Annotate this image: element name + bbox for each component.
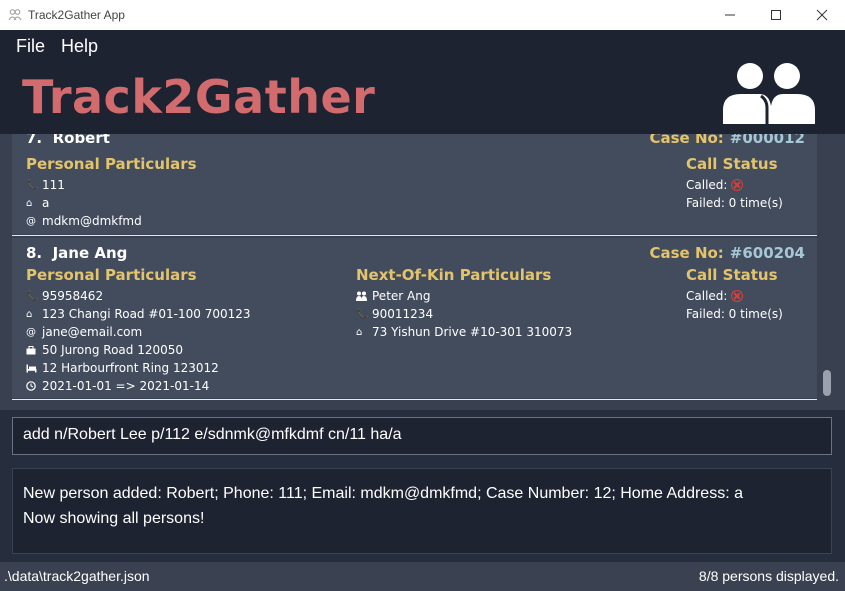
at-icon: @ [26, 326, 36, 338]
call-status-title: Call Status [686, 155, 778, 173]
failed-count: Failed: 0 time(s) [686, 307, 783, 321]
window-title-bar: Track2Gather App [0, 0, 845, 30]
home-icon: ⌂ [26, 197, 33, 209]
menu-file[interactable]: File [8, 36, 53, 57]
briefcase-icon [26, 344, 40, 356]
email-field: @ mdkm@dmkfmd [26, 214, 142, 228]
not-called-icon [731, 290, 744, 302]
card-divider [12, 399, 817, 400]
app-icon [8, 8, 22, 22]
work-address-field: 50 Jurong Road 120050 [26, 343, 183, 357]
data-file-path: .\data\track2gather.json [4, 568, 150, 584]
app-header: File Help Track2Gather [0, 30, 845, 134]
person-card[interactable]: 8. Jane Ang Case No: #600204 Personal Par… [12, 238, 817, 400]
next-of-kin-title: Next-Of-Kin Particulars [356, 266, 552, 284]
case-number: Case No: #000012 [649, 134, 805, 147]
bed-icon [26, 362, 40, 374]
email-field: @ jane@email.com [26, 325, 143, 339]
minimize-icon [725, 14, 735, 16]
person-name: 8. Jane Ang [26, 244, 128, 262]
not-called-icon [731, 179, 744, 191]
personal-particulars-title: Personal Particulars [26, 155, 197, 173]
at-icon: @ [26, 215, 36, 227]
home-icon: ⌂ [356, 326, 363, 338]
quarantine-address-field: 12 Harbourfront Ring 123012 [26, 361, 219, 375]
home-icon: ⌂ [26, 308, 33, 320]
person-name: 7. Robert [26, 134, 110, 147]
person-card[interactable]: 7. Robert Case No: #000012 Personal Parti… [12, 134, 817, 236]
result-area: New person added: Robert; Phone: 111; Em… [0, 466, 845, 562]
people-icon [721, 62, 817, 128]
window-title: Track2Gather App [28, 8, 125, 22]
minimize-button[interactable] [707, 0, 753, 30]
clock-icon [26, 380, 40, 392]
failed-count: Failed: 0 time(s) [686, 196, 783, 210]
phone-field: 📞 111 [26, 178, 65, 192]
status-bar: .\data\track2gather.json 8/8 persons dis… [0, 562, 845, 591]
persons-count: 8/8 persons displayed. [698, 568, 839, 584]
people-small-icon [356, 290, 370, 302]
nok-phone-field: 📞 90011234 [356, 307, 434, 321]
maximize-icon [771, 10, 781, 20]
command-input[interactable]: add n/Robert Lee p/112 e/sdnmk@mfkdmf cn… [12, 417, 832, 455]
card-divider [12, 235, 817, 236]
result-line: New person added: Robert; Phone: 111; Em… [23, 485, 743, 502]
person-list[interactable]: 7. Robert Case No: #000012 Personal Parti… [0, 134, 845, 410]
home-address-field: ⌂ 123 Changi Road #01-100 700123 [26, 307, 251, 321]
command-area: add n/Robert Lee p/112 e/sdnmk@mfkdmf cn… [0, 410, 845, 466]
phone-icon: 📞 [26, 290, 39, 302]
case-number: Case No: #600204 [649, 244, 805, 262]
called-status: Called: [686, 289, 744, 303]
called-status: Called: [686, 178, 744, 192]
call-status-title: Call Status [686, 266, 778, 284]
phone-field: 📞 95958462 [26, 289, 104, 303]
phone-icon: 📞 [26, 179, 39, 191]
result-display[interactable]: New person added: Robert; Phone: 111; Em… [12, 468, 832, 554]
personal-particulars-title: Personal Particulars [26, 266, 197, 284]
home-address-field: ⌂ a [26, 196, 50, 210]
nok-name-field: Peter Ang [356, 289, 430, 303]
menu-help[interactable]: Help [53, 36, 106, 57]
list-scrollbar[interactable] [823, 370, 831, 396]
nok-address-field: ⌂ 73 Yishun Drive #10-301 310073 [356, 325, 573, 339]
phone-icon: 📞 [356, 308, 369, 320]
result-line: Now showing all persons! [23, 510, 205, 527]
maximize-button[interactable] [753, 0, 799, 30]
shn-period-field: 2021-01-01 => 2021-01-14 [26, 379, 209, 393]
menu-bar: File Help [8, 36, 106, 57]
brand-title: Track2Gather [22, 70, 376, 124]
close-icon [816, 9, 828, 21]
close-button[interactable] [799, 0, 845, 30]
